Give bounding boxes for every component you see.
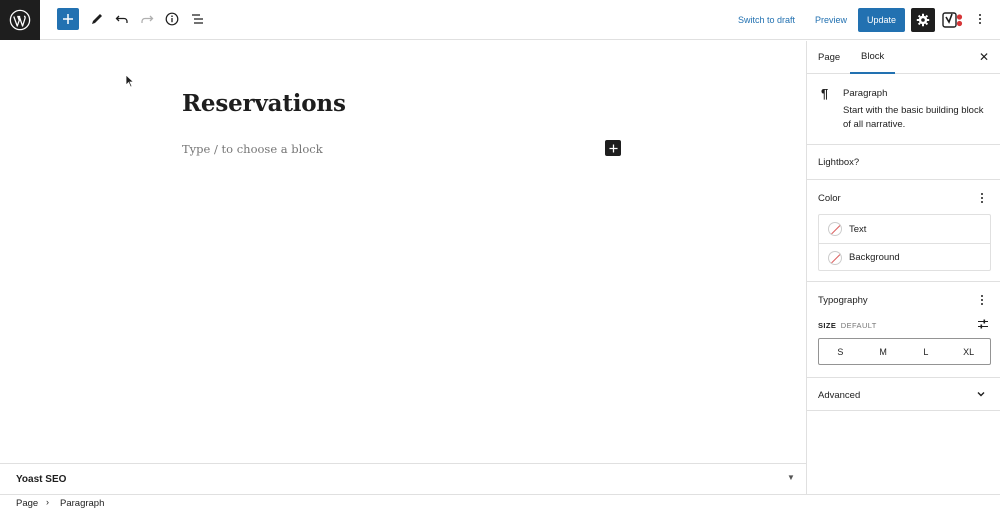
list-view-button[interactable] [186, 7, 210, 31]
swatch-icon [828, 222, 842, 236]
typography-panel-title: Typography [818, 295, 868, 306]
tab-page[interactable]: Page [818, 41, 840, 74]
font-size-s-button[interactable]: S [819, 339, 862, 364]
lightbox-label: Lightbox? [818, 157, 860, 168]
advanced-panel-title: Advanced [818, 390, 861, 401]
list-view-icon [192, 14, 203, 24]
editor-header: Switch to draft Preview Update [0, 0, 1000, 40]
color-options-button[interactable] [978, 193, 986, 203]
color-panel-title: Color [818, 193, 841, 204]
undo-icon [115, 15, 128, 23]
color-panel: Color Text Background [807, 180, 1000, 282]
redo-button[interactable] [135, 7, 159, 31]
inline-block-inserter-button[interactable] [605, 140, 621, 156]
block-inserter-button[interactable] [57, 8, 79, 30]
typography-options-button[interactable] [978, 295, 986, 305]
breadcrumb: Page › Paragraph [0, 494, 1000, 510]
breadcrumb-page[interactable]: Page [16, 498, 38, 509]
font-size-label-text: SIZE [818, 321, 837, 330]
color-background-item[interactable]: Background [819, 243, 990, 271]
paragraph-icon: ¶ [821, 86, 829, 101]
undo-button[interactable] [110, 7, 134, 31]
block-placeholder[interactable]: Type / to choose a block [182, 142, 323, 156]
color-text-item[interactable]: Text [819, 215, 990, 243]
swatch-icon [828, 250, 842, 265]
editor-canvas[interactable]: Reservations Type / to choose a block [0, 41, 806, 463]
color-text-label: Text [849, 223, 867, 235]
info-icon [165, 12, 179, 26]
post-title[interactable]: Reservations [182, 90, 346, 117]
wordpress-icon [9, 9, 31, 31]
font-size-label: SIZE DEFAULT [818, 321, 877, 330]
font-size-l-button[interactable]: L [905, 339, 948, 364]
custom-size-icon[interactable] [977, 318, 989, 330]
redo-icon [141, 15, 154, 23]
details-button[interactable] [160, 7, 184, 31]
lightbox-panel[interactable]: Lightbox? [807, 145, 1000, 180]
wordpress-logo-button[interactable] [0, 0, 40, 40]
close-icon[interactable]: ✕ [977, 50, 991, 64]
yoast-seo-button[interactable] [942, 8, 964, 32]
font-size-xl-button[interactable]: XL [947, 339, 990, 364]
settings-button[interactable] [911, 8, 935, 32]
switch-to-draft-button[interactable]: Switch to draft [738, 12, 795, 28]
yoast-seo-title: Yoast SEO [16, 474, 67, 485]
typography-panel: Typography SIZE DEFAULT S M L XL [807, 282, 1000, 378]
font-size-picker: S M L XL [818, 338, 991, 365]
plus-icon [608, 143, 618, 153]
caret-down-icon[interactable]: ▼ [787, 473, 795, 482]
breadcrumb-paragraph[interactable]: Paragraph [60, 498, 104, 509]
yoast-icon [942, 12, 963, 28]
settings-sidebar: Page Block ✕ ¶ Paragraph Start with the … [806, 41, 1000, 494]
chevron-right-icon: › [46, 497, 49, 507]
sidebar-tabs: Page Block ✕ [807, 41, 1000, 74]
plus-icon [63, 14, 73, 24]
block-card-title: Paragraph [843, 88, 888, 99]
chevron-down-icon [977, 392, 985, 397]
advanced-panel[interactable]: Advanced [807, 378, 1000, 411]
tab-block[interactable]: Block [850, 41, 896, 74]
font-size-m-button[interactable]: M [862, 339, 905, 364]
yoast-seo-panel[interactable]: Yoast SEO ▼ [0, 463, 806, 494]
gear-icon [916, 13, 930, 27]
update-button[interactable]: Update [858, 8, 905, 32]
mouse-cursor-icon [125, 74, 135, 88]
tools-button[interactable] [85, 7, 109, 31]
color-settings-list: Text Background [818, 214, 991, 271]
block-card-description: Start with the basic building block of a… [843, 105, 984, 130]
preview-button[interactable]: Preview [815, 12, 847, 28]
pencil-icon [92, 14, 102, 24]
block-card: ¶ Paragraph Start with the basic buildin… [807, 74, 1000, 145]
options-menu-button[interactable] [976, 14, 984, 24]
font-size-default-text: DEFAULT [840, 321, 877, 330]
color-background-label: Background [849, 252, 900, 263]
